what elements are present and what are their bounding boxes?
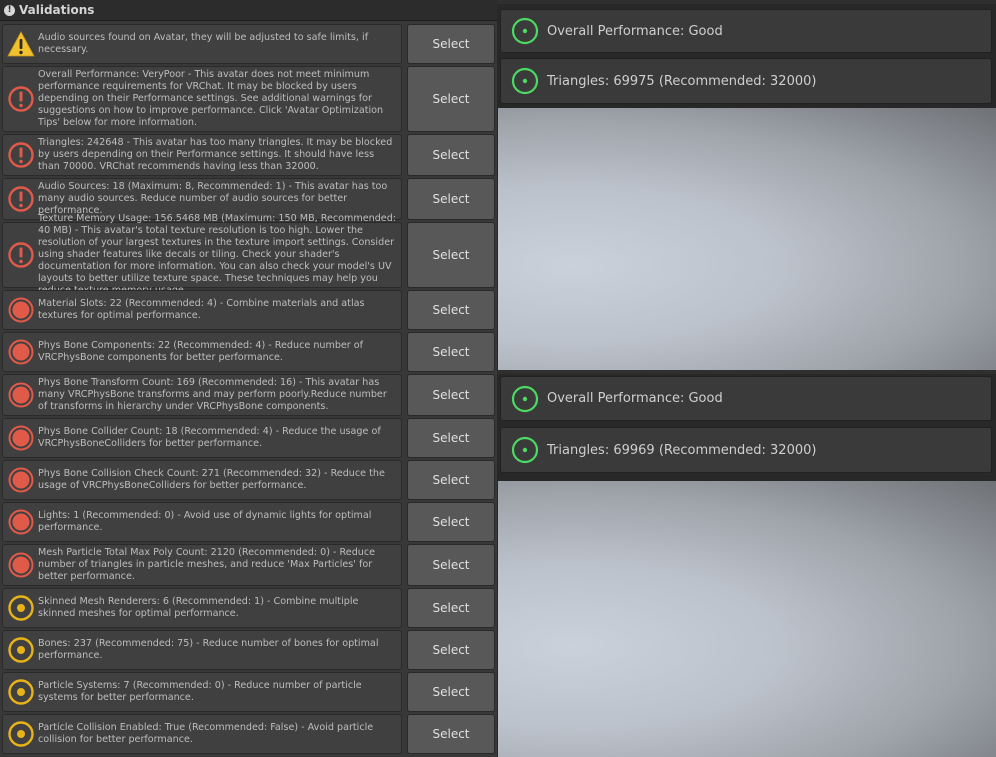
medium-icon (7, 636, 35, 664)
good-status-icon (511, 436, 539, 464)
validation-message: Particle Collision Enabled: True (Recomm… (2, 714, 402, 754)
error-icon (7, 241, 35, 269)
triangles-text: Triangles: 69969 (Recommended: 32000) (547, 442, 817, 458)
validation-text: Phys Bone Collision Check Count: 271 (Re… (38, 468, 385, 491)
validation-message: Lights: 1 (Recommended: 0) - Avoid use o… (2, 502, 402, 542)
triangles-box: Triangles: 69969 (Recommended: 32000) (500, 427, 992, 473)
validation-row: Phys Bone Collision Check Count: 271 (Re… (2, 460, 496, 500)
medium-icon (7, 678, 35, 706)
validation-text: Overall Performance: VeryPoor - This ava… (38, 69, 384, 128)
validation-text: Phys Bone Transform Count: 169 (Recommen… (38, 377, 387, 412)
select-button[interactable]: Select (407, 332, 495, 372)
validation-row: Mesh Particle Total Max Poly Count: 2120… (2, 544, 496, 586)
validation-row: Phys Bone Components: 22 (Recommended: 4… (2, 332, 496, 372)
validation-row: Triangles: 242648 - This avatar has too … (2, 134, 496, 176)
good-status-icon (511, 67, 539, 95)
select-button[interactable]: Select (407, 502, 495, 542)
validation-text: Texture Memory Usage: 156.5468 MB (Maxim… (38, 213, 397, 296)
validation-text: Material Slots: 22 (Recommended: 4) - Co… (38, 298, 365, 321)
validation-message: Skinned Mesh Renderers: 6 (Recommended: … (2, 588, 402, 628)
error-icon (7, 185, 35, 213)
triangles-box: Triangles: 69975 (Recommended: 32000) (500, 58, 992, 104)
very-poor-icon (7, 424, 35, 452)
error-icon (7, 85, 35, 113)
triangles-text: Triangles: 69975 (Recommended: 32000) (547, 73, 817, 89)
validation-text: Mesh Particle Total Max Poly Count: 2120… (38, 547, 376, 582)
avatar-preview-viewport[interactable] (498, 108, 996, 370)
validations-title: Validations (19, 3, 95, 17)
validation-message: Triangles: 242648 - This avatar has too … (2, 134, 402, 176)
good-status-icon (511, 385, 539, 412)
select-button[interactable]: Select (407, 460, 495, 500)
very-poor-icon (7, 466, 35, 494)
validation-message: Bones: 237 (Recommended: 75) - Reduce nu… (2, 630, 402, 670)
validation-row: Bones: 237 (Recommended: 75) - Reduce nu… (2, 630, 496, 670)
validation-row: Texture Memory Usage: 156.5468 MB (Maxim… (2, 213, 496, 296)
validation-message: Overall Performance: VeryPoor - This ava… (2, 66, 402, 132)
validation-row: Particle Systems: 7 (Recommended: 0) - R… (2, 672, 496, 712)
validation-message: Phys Bone Collider Count: 18 (Recommende… (2, 418, 402, 458)
validation-row: Particle Collision Enabled: True (Recomm… (2, 714, 496, 754)
medium-icon (7, 720, 35, 748)
validation-row: Phys Bone Collider Count: 18 (Recommende… (2, 418, 496, 458)
validation-message: Mesh Particle Total Max Poly Count: 2120… (2, 544, 402, 586)
select-button[interactable]: Select (407, 588, 495, 628)
validation-text: Triangles: 242648 - This avatar has too … (38, 137, 393, 172)
validation-row: Skinned Mesh Renderers: 6 (Recommended: … (2, 588, 496, 628)
validation-message: Texture Memory Usage: 156.5468 MB (Maxim… (2, 213, 402, 296)
panel-divider (497, 0, 996, 4)
validation-text: Bones: 237 (Recommended: 75) - Reduce nu… (38, 638, 379, 661)
very-poor-icon (7, 338, 35, 366)
select-button[interactable]: Select (407, 544, 495, 586)
validation-message: Phys Bone Transform Count: 169 (Recommen… (2, 374, 402, 416)
select-button[interactable]: Select (407, 134, 495, 176)
validation-message: Particle Systems: 7 (Recommended: 0) - R… (2, 672, 402, 712)
performance-preview-area: Overall Performance: Good Triangles: 699… (497, 0, 996, 757)
error-icon (7, 141, 35, 169)
validation-text: Audio sources found on Avatar, they will… (38, 32, 369, 55)
overall-performance-box: Overall Performance: Good (500, 376, 992, 421)
info-icon: ! (4, 4, 15, 16)
very-poor-icon (7, 381, 35, 409)
validation-text: Particle Collision Enabled: True (Recomm… (38, 722, 374, 745)
select-button[interactable]: Select (407, 672, 495, 712)
validation-row: Phys Bone Transform Count: 169 (Recommen… (2, 374, 496, 416)
validation-text: Particle Systems: 7 (Recommended: 0) - R… (38, 680, 362, 703)
validation-message: Phys Bone Collision Check Count: 271 (Re… (2, 460, 402, 500)
warning-icon (7, 30, 35, 58)
very-poor-icon (7, 508, 35, 536)
validation-text: Audio Sources: 18 (Maximum: 8, Recommend… (38, 181, 388, 216)
very-poor-icon (7, 296, 35, 324)
validations-header: ! Validations (0, 0, 497, 21)
avatar-preview-viewport[interactable] (498, 481, 996, 757)
very-poor-icon (7, 551, 35, 579)
overall-performance-text: Overall Performance: Good (547, 391, 723, 406)
select-button[interactable]: Select (407, 630, 495, 670)
select-button[interactable]: Select (407, 178, 495, 220)
validation-message: Audio sources found on Avatar, they will… (2, 24, 402, 64)
panel-divider (497, 370, 996, 374)
validation-text: Lights: 1 (Recommended: 0) - Avoid use o… (38, 510, 372, 533)
select-button[interactable]: Select (407, 222, 495, 288)
select-button[interactable]: Select (407, 66, 495, 132)
overall-performance-text: Overall Performance: Good (547, 23, 723, 39)
validation-message: Material Slots: 22 (Recommended: 4) - Co… (2, 290, 402, 330)
medium-icon (7, 594, 35, 622)
overall-performance-box: Overall Performance: Good (500, 9, 992, 53)
select-button[interactable]: Select (407, 418, 495, 458)
validation-row: Overall Performance: VeryPoor - This ava… (2, 66, 496, 132)
validation-text: Phys Bone Collider Count: 18 (Recommende… (38, 426, 381, 449)
validation-message: Phys Bone Components: 22 (Recommended: 4… (2, 332, 402, 372)
select-button[interactable]: Select (407, 374, 495, 416)
validation-text: Skinned Mesh Renderers: 6 (Recommended: … (38, 596, 359, 619)
good-status-icon (511, 17, 539, 45)
validations-panel: ! Validations Audio sources found on Ava… (0, 0, 497, 757)
select-button[interactable]: Select (407, 714, 495, 754)
validation-row: Material Slots: 22 (Recommended: 4) - Co… (2, 290, 496, 330)
validation-row: Audio sources found on Avatar, they will… (2, 24, 496, 64)
select-button[interactable]: Select (407, 290, 495, 330)
validation-row: Lights: 1 (Recommended: 0) - Avoid use o… (2, 502, 496, 542)
select-button[interactable]: Select (407, 24, 495, 64)
validation-text: Phys Bone Components: 22 (Recommended: 4… (38, 340, 364, 363)
